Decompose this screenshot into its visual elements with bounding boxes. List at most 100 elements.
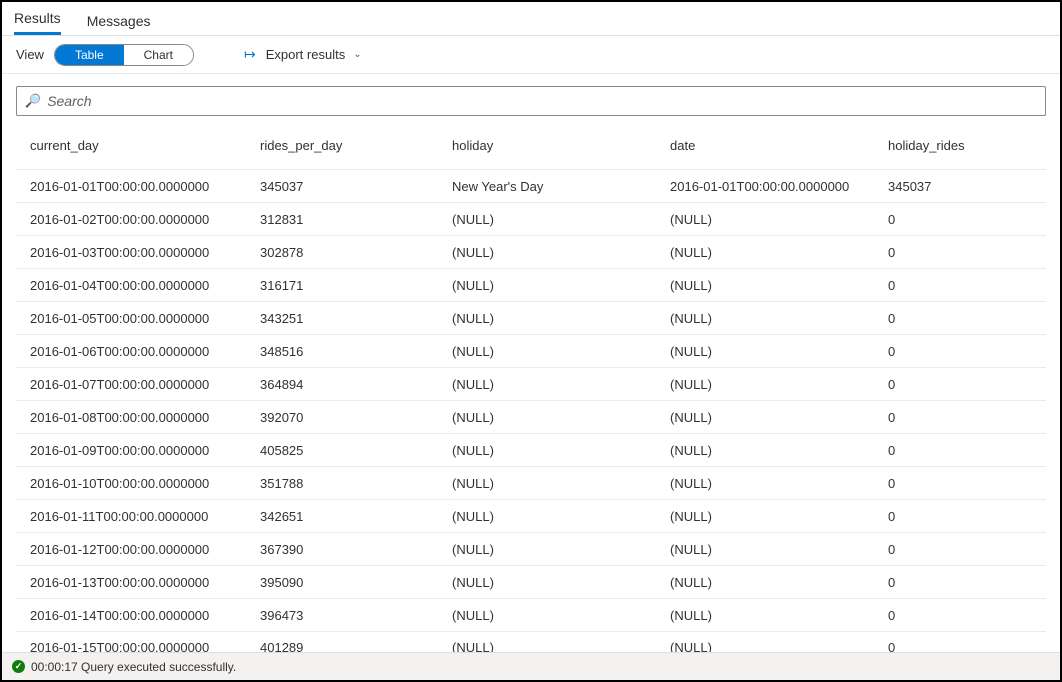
cell: (NULL)	[656, 608, 874, 623]
cell: 0	[874, 377, 1046, 392]
table-body: 2016-01-01T00:00:00.0000000345037New Yea…	[16, 170, 1046, 652]
toggle-table[interactable]: Table	[55, 45, 124, 65]
cell: 2016-01-06T00:00:00.0000000	[16, 344, 246, 359]
results-table: current_day rides_per_day holiday date h…	[2, 122, 1060, 652]
cell: 0	[874, 509, 1046, 524]
table-row[interactable]: 2016-01-08T00:00:00.0000000392070(NULL)(…	[16, 401, 1046, 434]
cell: 2016-01-02T00:00:00.0000000	[16, 212, 246, 227]
table-row[interactable]: 2016-01-12T00:00:00.0000000367390(NULL)(…	[16, 533, 1046, 566]
status-bar: ✓ 00:00:17 Query executed successfully.	[2, 652, 1060, 680]
cell: (NULL)	[438, 640, 656, 652]
cell: (NULL)	[438, 608, 656, 623]
view-toggle: Table Chart	[54, 44, 194, 66]
col-holiday_rides[interactable]: holiday_rides	[874, 138, 1046, 153]
col-current_day[interactable]: current_day	[16, 138, 246, 153]
tab-messages[interactable]: Messages	[87, 5, 151, 35]
table-header-row: current_day rides_per_day holiday date h…	[16, 122, 1046, 170]
cell: (NULL)	[656, 212, 874, 227]
result-tabs: Results Messages	[2, 2, 1060, 36]
cell: 2016-01-13T00:00:00.0000000	[16, 575, 246, 590]
cell: 0	[874, 278, 1046, 293]
status-text: 00:00:17 Query executed successfully.	[31, 660, 236, 674]
cell: 2016-01-01T00:00:00.0000000	[16, 179, 246, 194]
cell: 345037	[874, 179, 1046, 194]
cell: 0	[874, 640, 1046, 652]
cell: (NULL)	[656, 344, 874, 359]
table-row[interactable]: 2016-01-04T00:00:00.0000000316171(NULL)(…	[16, 269, 1046, 302]
table-row[interactable]: 2016-01-09T00:00:00.0000000405825(NULL)(…	[16, 434, 1046, 467]
cell: (NULL)	[656, 509, 874, 524]
cell: 0	[874, 542, 1046, 557]
search-bar[interactable]: 🔍	[16, 86, 1046, 116]
cell: 364894	[246, 377, 438, 392]
view-label: View	[16, 47, 44, 62]
export-icon: ↦	[244, 46, 256, 63]
cell: 0	[874, 212, 1046, 227]
table-row[interactable]: 2016-01-01T00:00:00.0000000345037New Yea…	[16, 170, 1046, 203]
cell: (NULL)	[438, 245, 656, 260]
cell: (NULL)	[656, 640, 874, 652]
cell: 2016-01-10T00:00:00.0000000	[16, 476, 246, 491]
cell: 342651	[246, 509, 438, 524]
cell: 0	[874, 608, 1046, 623]
cell: (NULL)	[438, 542, 656, 557]
success-icon: ✓	[12, 660, 25, 673]
search-input[interactable]	[47, 93, 1037, 109]
cell: (NULL)	[438, 410, 656, 425]
export-label: Export results	[266, 47, 345, 62]
chevron-down-icon: ⌄	[353, 49, 361, 60]
export-results-button[interactable]: ↦ Export results ⌄	[244, 46, 362, 63]
view-toolbar: View Table Chart ↦ Export results ⌄	[2, 36, 1060, 74]
cell: 348516	[246, 344, 438, 359]
cell: (NULL)	[656, 410, 874, 425]
cell: 405825	[246, 443, 438, 458]
table-row[interactable]: 2016-01-02T00:00:00.0000000312831(NULL)(…	[16, 203, 1046, 236]
cell: (NULL)	[656, 575, 874, 590]
toggle-chart[interactable]: Chart	[124, 45, 193, 65]
cell: 2016-01-01T00:00:00.0000000	[656, 179, 874, 194]
cell: 302878	[246, 245, 438, 260]
cell: (NULL)	[656, 476, 874, 491]
cell: 345037	[246, 179, 438, 194]
search-icon: 🔍	[25, 93, 41, 109]
table-row[interactable]: 2016-01-11T00:00:00.0000000342651(NULL)(…	[16, 500, 1046, 533]
table-row[interactable]: 2016-01-13T00:00:00.0000000395090(NULL)(…	[16, 566, 1046, 599]
cell: 0	[874, 410, 1046, 425]
col-date[interactable]: date	[656, 138, 874, 153]
cell: (NULL)	[438, 377, 656, 392]
cell: (NULL)	[438, 278, 656, 293]
table-row[interactable]: 2016-01-07T00:00:00.0000000364894(NULL)(…	[16, 368, 1046, 401]
table-row[interactable]: 2016-01-03T00:00:00.0000000302878(NULL)(…	[16, 236, 1046, 269]
cell: (NULL)	[438, 476, 656, 491]
cell: 2016-01-09T00:00:00.0000000	[16, 443, 246, 458]
cell: 2016-01-12T00:00:00.0000000	[16, 542, 246, 557]
cell: 0	[874, 476, 1046, 491]
cell: (NULL)	[438, 344, 656, 359]
col-holiday[interactable]: holiday	[438, 138, 656, 153]
cell: (NULL)	[656, 245, 874, 260]
cell: 2016-01-04T00:00:00.0000000	[16, 278, 246, 293]
cell: (NULL)	[656, 377, 874, 392]
cell: 0	[874, 443, 1046, 458]
table-row[interactable]: 2016-01-14T00:00:00.0000000396473(NULL)(…	[16, 599, 1046, 632]
cell: 2016-01-03T00:00:00.0000000	[16, 245, 246, 260]
cell: (NULL)	[656, 542, 874, 557]
cell: 0	[874, 311, 1046, 326]
cell: (NULL)	[438, 509, 656, 524]
table-row[interactable]: 2016-01-06T00:00:00.0000000348516(NULL)(…	[16, 335, 1046, 368]
cell: (NULL)	[656, 278, 874, 293]
cell: (NULL)	[438, 443, 656, 458]
cell: 2016-01-07T00:00:00.0000000	[16, 377, 246, 392]
table-row[interactable]: 2016-01-05T00:00:00.0000000343251(NULL)(…	[16, 302, 1046, 335]
cell: 2016-01-14T00:00:00.0000000	[16, 608, 246, 623]
cell: 316171	[246, 278, 438, 293]
cell: 395090	[246, 575, 438, 590]
col-rides_per_day[interactable]: rides_per_day	[246, 138, 438, 153]
cell: (NULL)	[438, 212, 656, 227]
cell: 2016-01-05T00:00:00.0000000	[16, 311, 246, 326]
cell: 0	[874, 344, 1046, 359]
cell: (NULL)	[656, 443, 874, 458]
table-row[interactable]: 2016-01-15T00:00:00.0000000401289(NULL)(…	[16, 632, 1046, 652]
table-row[interactable]: 2016-01-10T00:00:00.0000000351788(NULL)(…	[16, 467, 1046, 500]
tab-results[interactable]: Results	[14, 2, 61, 35]
